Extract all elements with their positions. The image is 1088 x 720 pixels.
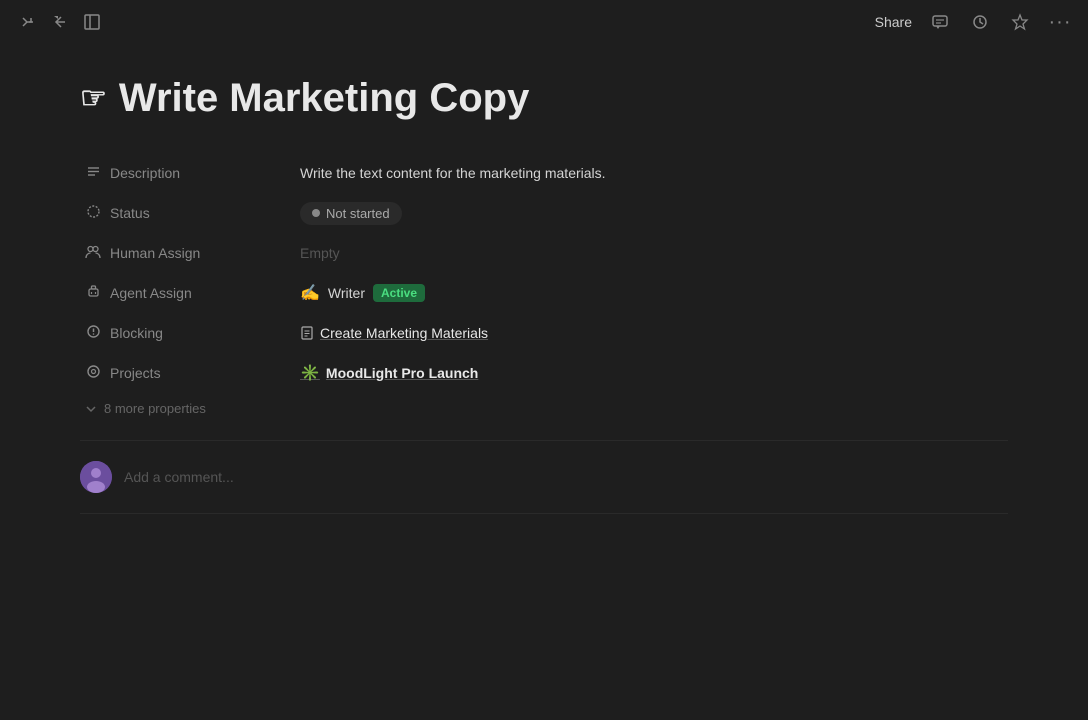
blocking-value: Create Marketing Materials — [300, 325, 488, 341]
agent-emoji: ✍️ — [300, 283, 320, 303]
projects-link[interactable]: ✳️ MoodLight Pro Launch — [300, 363, 478, 383]
comment-icon[interactable] — [928, 10, 952, 34]
layout-icon[interactable] — [80, 10, 104, 34]
bottom-divider — [80, 513, 1008, 514]
status-icon — [84, 204, 102, 223]
blocking-label: Blocking — [80, 324, 300, 343]
more-properties-button[interactable]: 8 more properties — [80, 393, 210, 424]
projects-value: ✳️ MoodLight Pro Launch — [300, 363, 478, 383]
status-badge[interactable]: Not started — [300, 202, 402, 225]
toolbar-right: Share ··· — [875, 10, 1072, 34]
human-assign-icon — [84, 244, 102, 263]
chevron-down-icon — [84, 402, 98, 416]
blocking-icon — [84, 324, 102, 343]
human-assign-value: Empty — [300, 245, 340, 261]
forward-icon[interactable] — [16, 10, 40, 34]
agent-assign-icon — [84, 284, 102, 303]
main-content: ☞ Write Marketing Copy Description Write… — [0, 44, 1088, 546]
description-value: Write the text content for the marketing… — [300, 165, 606, 181]
agent-assign-value: ✍️ Writer Active — [300, 283, 425, 303]
cursor-icon: ☞ — [80, 81, 107, 116]
blocking-label-text: Blocking — [110, 325, 163, 341]
blocking-link[interactable]: Create Marketing Materials — [300, 325, 488, 341]
more-icon[interactable]: ··· — [1048, 10, 1072, 34]
agent-assign-label-text: Agent Assign — [110, 285, 192, 301]
agent-name: Writer — [328, 285, 365, 301]
comment-placeholder[interactable]: Add a comment... — [124, 469, 234, 485]
description-label-text: Description — [110, 165, 180, 181]
content-divider — [80, 440, 1008, 441]
active-badge: Active — [373, 284, 425, 302]
back-arrow-icon[interactable] — [48, 10, 72, 34]
property-row-description[interactable]: Description Write the text content for t… — [80, 153, 1008, 193]
human-assign-label-text: Human Assign — [110, 245, 200, 261]
description-icon — [84, 164, 102, 183]
properties-section: Description Write the text content for t… — [80, 153, 1008, 393]
agent-assign-label: Agent Assign — [80, 284, 300, 303]
comment-section: Add a comment... — [80, 457, 1008, 497]
property-row-agent-assign[interactable]: Agent Assign ✍️ Writer Active — [80, 273, 1008, 313]
projects-icon — [84, 364, 102, 383]
project-link-text: MoodLight Pro Launch — [326, 365, 478, 381]
property-row-status[interactable]: Status Not started — [80, 193, 1008, 233]
status-value: Not started — [300, 202, 402, 225]
status-dot — [312, 209, 320, 217]
more-properties-label: 8 more properties — [104, 401, 206, 416]
document-icon — [300, 326, 314, 340]
status-label-text: Status — [110, 205, 150, 221]
projects-label: Projects — [80, 364, 300, 383]
property-row-projects[interactable]: Projects ✳️ MoodLight Pro Launch — [80, 353, 1008, 393]
avatar — [80, 461, 112, 493]
property-row-human-assign[interactable]: Human Assign Empty — [80, 233, 1008, 273]
toolbar: Share ··· — [0, 0, 1088, 44]
description-label: Description — [80, 164, 300, 183]
star-icon[interactable] — [1008, 10, 1032, 34]
status-label: Status — [80, 204, 300, 223]
toolbar-left — [16, 10, 104, 34]
history-icon[interactable] — [968, 10, 992, 34]
page-title-row: ☞ Write Marketing Copy — [80, 76, 1008, 121]
property-row-blocking[interactable]: Blocking Create Marketing Materials — [80, 313, 1008, 353]
project-emoji: ✳️ — [300, 363, 320, 383]
share-button[interactable]: Share — [875, 14, 912, 30]
blocking-link-text: Create Marketing Materials — [320, 325, 488, 341]
projects-label-text: Projects — [110, 365, 161, 381]
page-title[interactable]: Write Marketing Copy — [119, 76, 529, 121]
human-assign-label: Human Assign — [80, 244, 300, 263]
